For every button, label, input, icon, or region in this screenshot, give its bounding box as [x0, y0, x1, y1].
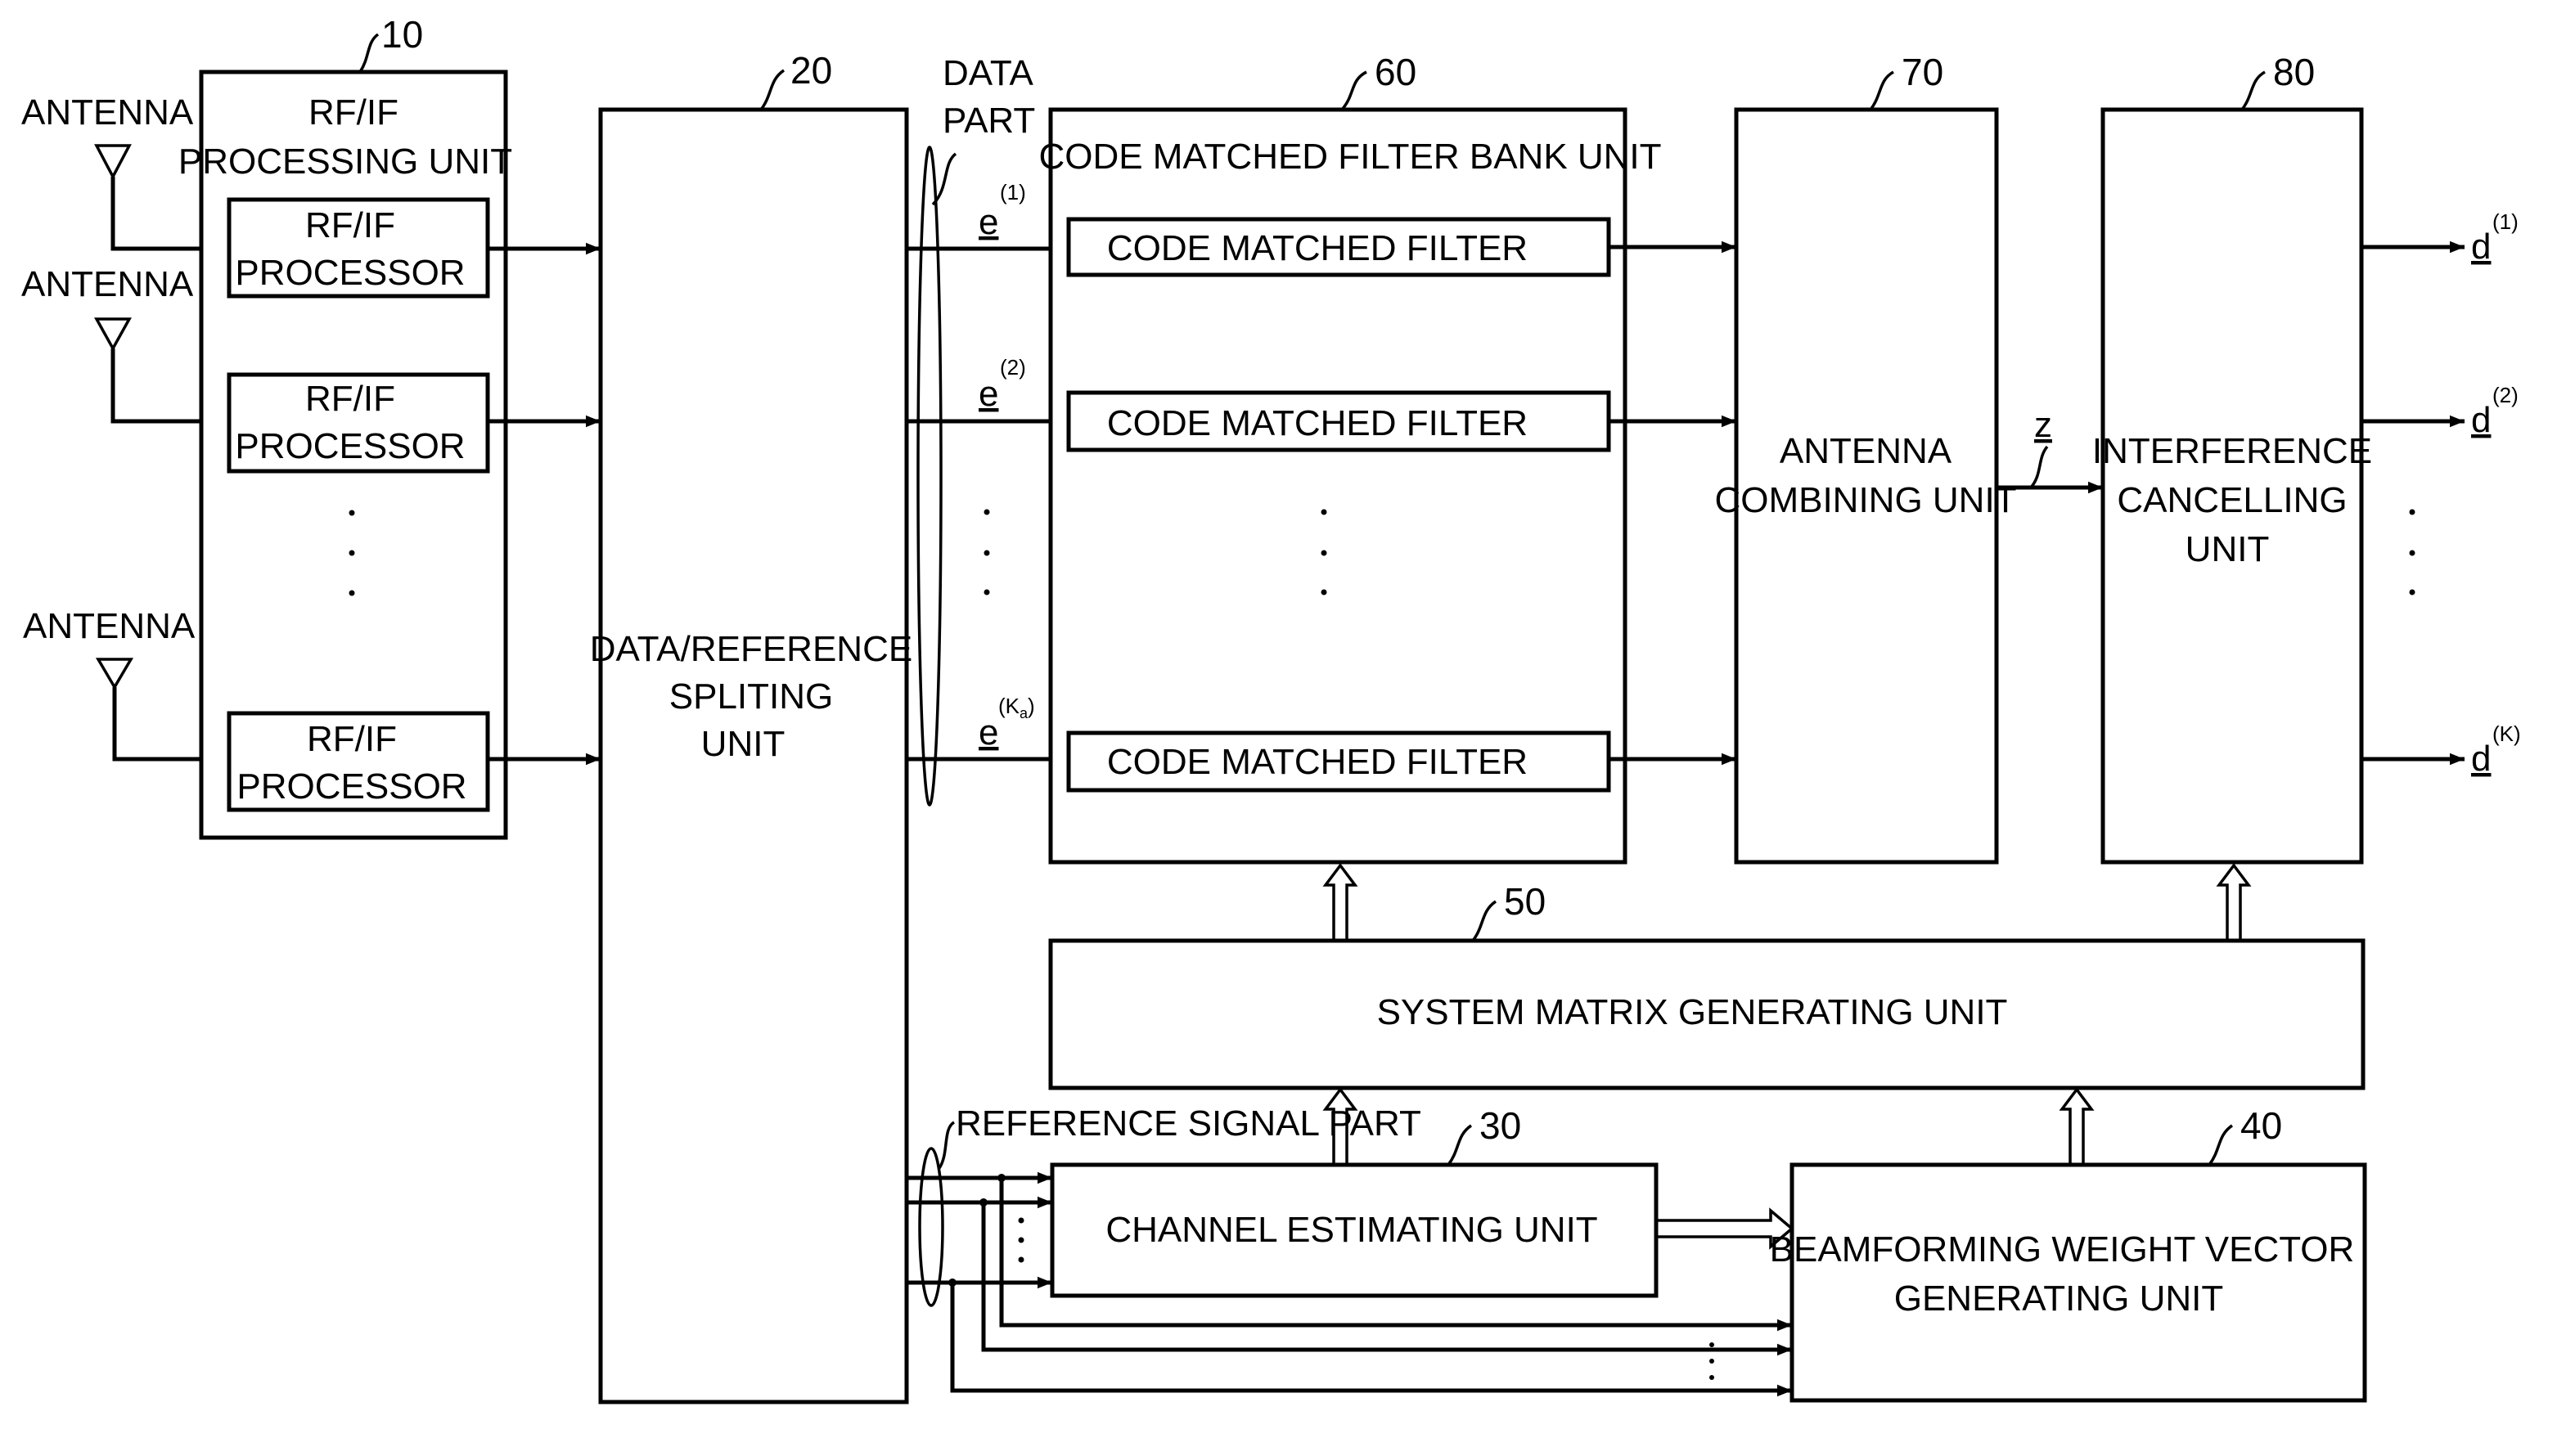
d2-superscript: (2) — [2492, 383, 2519, 407]
splitter-label: DATA/REFERENCE — [590, 629, 912, 669]
ref-number-80: 80 — [2273, 51, 2315, 93]
rf-if-processor-label: RF/IF — [305, 379, 395, 419]
antenna-2-label: ANTENNA 2 — [21, 264, 222, 304]
splitter-label: UNIT — [701, 724, 786, 764]
beamforming-label: BEAMFORMING WEIGHT VECTOR — [1770, 1229, 2355, 1270]
ref-number-70: 70 — [1902, 51, 1943, 93]
hollow-arrow-50-to-80 — [2216, 863, 2252, 941]
code-matched-filter-2: CODE MATCHED FILTER — [1066, 390, 1611, 452]
rf-if-unit-title-line1: RF/IF — [308, 92, 398, 133]
antenna-1-label: ANTENNA 1 — [21, 92, 222, 133]
eka-superscript: (Ka) — [998, 694, 1035, 721]
rf-if-processor-ka: RF/IF PROCESSOR — [227, 711, 490, 812]
ref-number-30: 30 — [1479, 1104, 1521, 1147]
beamforming-label: GENERATING UNIT — [1894, 1278, 2224, 1319]
z-label: z — [2034, 405, 2052, 445]
ref-number-10: 10 — [381, 13, 423, 56]
combiner-label: COMBINING UNIT — [1714, 480, 2016, 520]
e2-superscript: (2) — [1000, 355, 1026, 380]
data-reference-splitting-unit: DATA/REFERENCE SPLITING UNIT 20 — [590, 49, 912, 1404]
rf-if-unit-title-line2: PROCESSING UNIT — [178, 142, 512, 182]
rf-if-processor-2: RF/IF PROCESSOR — [227, 372, 490, 474]
rf-if-processor-label: PROCESSOR — [236, 766, 466, 807]
output-dk: d (K) — [2361, 721, 2521, 779]
antenna-icon — [94, 317, 132, 352]
rf-if-processor-label: RF/IF — [307, 719, 397, 759]
receiver-block-diagram: ANTENNA 1 ANTENNA 2 ANTENNA Ka RF/IF PRO… — [21, 13, 2521, 1404]
data-signal-e2: e (2) — [907, 355, 1069, 428]
combiner-label: ANTENNA — [1780, 431, 1952, 471]
d2-label: d — [2471, 400, 2491, 440]
cmf-label: CODE MATCHED FILTER — [1107, 403, 1528, 443]
e2-label: e — [979, 374, 998, 414]
data-part-label: PART — [943, 101, 1035, 141]
channel-estimating-label: CHANNEL ESTIMATING UNIT — [1105, 1210, 1597, 1250]
dk-label: d — [2471, 739, 2491, 779]
interference-cancelling-unit: INTERFERENCE CANCELLING UNIT 80 — [2092, 51, 2372, 865]
data-part-bundle: DATA PART — [916, 53, 1035, 807]
rf-if-processor-1: RF/IF PROCESSOR — [227, 197, 490, 299]
ref-number-60: 60 — [1375, 51, 1416, 93]
data-signal-eka: e (Ka) — [907, 694, 1069, 766]
ref-number-40: 40 — [2240, 1104, 2282, 1147]
ic-label: INTERFERENCE — [2092, 431, 2372, 471]
reference-signal-part-label: REFERENCE SIGNAL PART — [956, 1103, 1421, 1144]
eka-label: e — [979, 712, 998, 753]
combined-signal-z: z — [1997, 405, 2103, 494]
cmf-bank-title: CODE MATCHED FILTER BANK UNIT — [1038, 137, 1661, 177]
rf-if-processor-label: PROCESSOR — [235, 426, 465, 466]
cmf-label: CODE MATCHED FILTER — [1107, 228, 1528, 268]
antenna-icon — [94, 144, 132, 180]
hollow-arrow-40-to-50 — [2059, 1087, 2095, 1165]
e1-superscript: (1) — [1000, 180, 1026, 204]
antenna-2: ANTENNA 2 — [21, 264, 229, 424]
d1-superscript: (1) — [2492, 209, 2519, 234]
beamforming-weight-vector-generating-unit: BEAMFORMING WEIGHT VECTOR GENERATING UNI… — [1770, 1104, 2367, 1403]
d1-label: d — [2471, 227, 2491, 267]
ic-label: CANCELLING — [2117, 480, 2347, 520]
data-ellipsis — [984, 509, 990, 595]
cmf-label: CODE MATCHED FILTER — [1107, 742, 1528, 782]
antenna-icon — [95, 658, 134, 690]
output-ellipsis — [2409, 509, 2415, 595]
system-matrix-generating-unit: SYSTEM MATRIX GENERATING UNIT 50 — [1048, 880, 2366, 1090]
output-d2: d (2) — [2361, 383, 2519, 440]
code-matched-filter-bank-unit: CODE MATCHED FILTER BANK UNIT 60 CODE MA… — [1038, 51, 1662, 865]
data-part-label: DATA — [943, 53, 1033, 93]
rf-if-processing-unit: RF/IF PROCESSING UNIT 10 RF/IF PROCESSOR… — [178, 13, 512, 840]
hollow-arrow-50-to-60 — [1322, 863, 1358, 941]
output-d1: d (1) — [2361, 209, 2519, 267]
e1-label: e — [979, 202, 998, 242]
data-signal-e1: e (1) — [907, 180, 1069, 255]
dk-superscript: (K) — [2492, 721, 2521, 746]
ref-number-50: 50 — [1504, 880, 1546, 923]
antenna-combining-unit: ANTENNA COMBINING UNIT 70 — [1714, 51, 2017, 865]
rf-if-processor-label: RF/IF — [305, 205, 395, 245]
code-matched-filter-ka: CODE MATCHED FILTER — [1066, 730, 1611, 793]
ref-number-20: 20 — [790, 49, 832, 92]
system-matrix-label: SYSTEM MATRIX GENERATING UNIT — [1377, 992, 2008, 1032]
code-matched-filter-1: CODE MATCHED FILTER — [1066, 217, 1611, 277]
ic-label: UNIT — [2186, 529, 2270, 569]
rf-if-processor-label: PROCESSOR — [235, 253, 465, 293]
splitter-label: SPLITING — [669, 676, 834, 717]
